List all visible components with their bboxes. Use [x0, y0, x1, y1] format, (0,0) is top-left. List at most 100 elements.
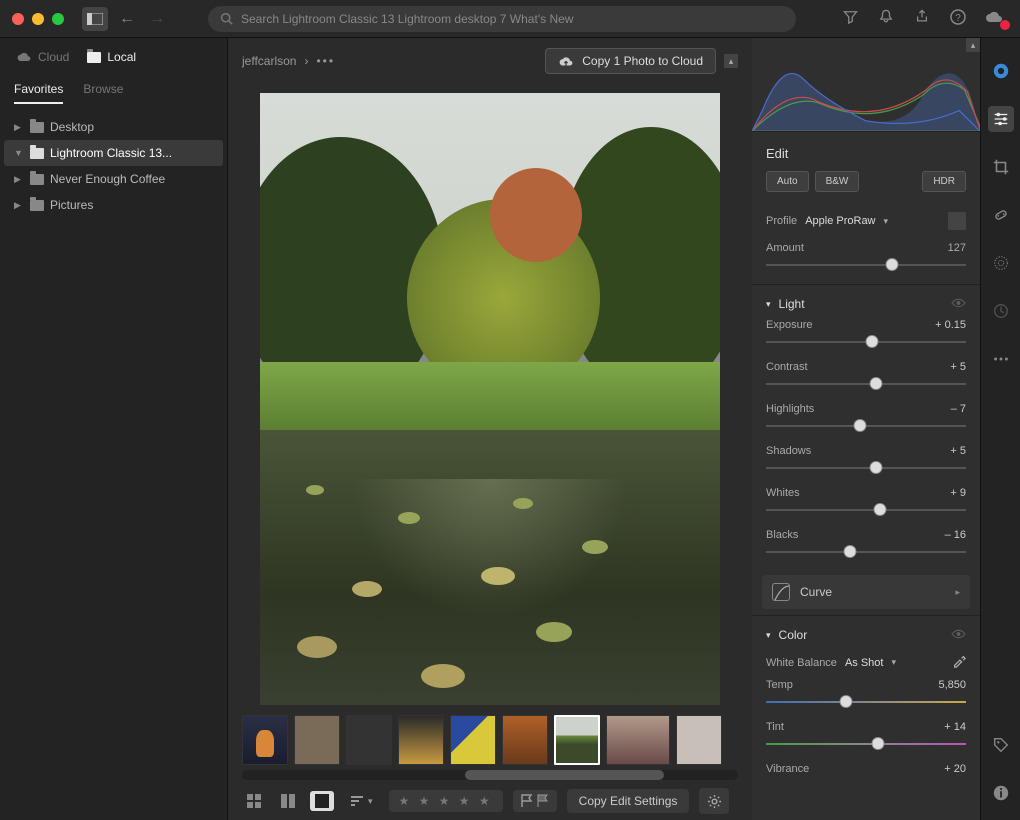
hdr-button[interactable]: HDR [922, 171, 966, 192]
thumb-7-selected[interactable] [554, 715, 600, 765]
nav-forward[interactable]: → [146, 10, 168, 28]
tool-crop[interactable] [988, 154, 1014, 180]
sort-button[interactable]: ▾ [344, 795, 379, 807]
view-grid-button[interactable] [242, 791, 266, 811]
chevron-down-icon: ▼ [14, 148, 24, 158]
breadcrumb-more-icon[interactable]: ••• [316, 54, 335, 68]
cloud-upload-icon [558, 55, 574, 68]
chevron-right-icon: ▸ [955, 587, 960, 598]
filter-icon[interactable] [836, 10, 864, 28]
highlights-slider[interactable] [766, 417, 966, 435]
folder-label: Pictures [50, 198, 93, 212]
flag-buttons[interactable] [513, 790, 557, 812]
help-icon[interactable]: ? [944, 9, 972, 29]
breadcrumb-path[interactable]: jeffcarlson [242, 54, 296, 68]
source-tab-local[interactable]: Local [87, 50, 136, 64]
profile-label: Profile [766, 215, 797, 227]
chevron-down-icon: ▾ [368, 796, 373, 807]
copy-to-cloud-button[interactable]: Copy 1 Photo to Cloud [545, 48, 716, 74]
view-compare-button[interactable] [276, 791, 300, 811]
tool-metadata-info[interactable] [988, 780, 1014, 806]
left-panel-toggle[interactable] [82, 7, 108, 31]
profile-name: Apple ProRaw [805, 215, 875, 227]
curve-icon [772, 583, 790, 601]
bw-button[interactable]: B&W [815, 171, 860, 192]
copy-edit-settings-button[interactable]: Copy Edit Settings [567, 789, 690, 813]
auto-button[interactable]: Auto [766, 171, 809, 192]
exposure-slider[interactable] [766, 333, 966, 351]
tool-info[interactable] [988, 58, 1014, 84]
folder-icon [30, 174, 44, 185]
tool-healing[interactable] [988, 202, 1014, 228]
folder-desktop[interactable]: ▶ Desktop [4, 114, 223, 140]
search-bar[interactable]: Search Lightroom Classic 13 Lightroom de… [208, 6, 796, 32]
folder-label: Lightroom Classic 13... [50, 146, 172, 160]
view-detail-button[interactable] [310, 791, 334, 811]
zoom-window[interactable] [52, 13, 64, 25]
temp-param: Temp5,850 [752, 677, 980, 719]
search-icon [220, 12, 233, 25]
tool-keywords[interactable] [988, 732, 1014, 758]
eye-icon[interactable] [951, 297, 966, 311]
search-placeholder: Search Lightroom Classic 13 Lightroom de… [241, 12, 573, 26]
tool-more[interactable] [988, 346, 1014, 372]
nav-back[interactable]: ← [116, 10, 138, 28]
thumb-1[interactable] [242, 715, 288, 765]
minimize-window[interactable] [32, 13, 44, 25]
whites-slider[interactable] [766, 501, 966, 519]
folder-pictures[interactable]: ▶ Pictures [4, 192, 223, 218]
collapse-histogram-icon[interactable]: ▴ [966, 38, 980, 52]
bottom-toolbar: ▾ ★ ★ ★ ★ ★ Copy Edit Settings [228, 782, 752, 820]
filmstrip-scrollbar[interactable] [242, 770, 738, 780]
subtab-browse[interactable]: Browse [83, 82, 123, 104]
thumb-2[interactable] [294, 715, 340, 765]
temp-slider[interactable] [766, 693, 966, 711]
subtab-favorites[interactable]: Favorites [14, 82, 63, 104]
cloud-sync-status-icon[interactable] [980, 10, 1008, 28]
close-window[interactable] [12, 13, 24, 25]
tint-slider[interactable] [766, 735, 966, 753]
curve-button[interactable]: Curve ▸ [762, 575, 970, 609]
amount-label: Amount [766, 242, 804, 254]
thumb-4[interactable] [398, 715, 444, 765]
folder-icon [30, 200, 44, 211]
amount-slider[interactable] [766, 256, 966, 274]
tool-versions[interactable] [988, 298, 1014, 324]
eye-icon[interactable] [951, 628, 966, 642]
contrast-param: Contrast+ 5 [752, 359, 980, 401]
section-color[interactable]: ▾ Color [752, 615, 980, 648]
thumb-3[interactable] [346, 715, 392, 765]
thumb-5[interactable] [450, 715, 496, 765]
folder-list: ▶ Desktop ▼ Lightroom Classic 13... ▶ Ne… [0, 104, 227, 228]
profile-row[interactable]: Profile Apple ProRaw ▾ [752, 204, 980, 238]
flag-reject-icon [537, 794, 549, 808]
main-photo [260, 93, 720, 705]
folder-lightroom-classic[interactable]: ▼ Lightroom Classic 13... [4, 140, 223, 166]
blacks-slider[interactable] [766, 543, 966, 561]
rating-stars[interactable]: ★ ★ ★ ★ ★ [389, 790, 503, 812]
share-icon[interactable] [908, 9, 936, 28]
collapse-top-icon[interactable]: ▴ [724, 54, 738, 68]
eyedropper-icon[interactable] [952, 654, 966, 671]
folder-never-enough-coffee[interactable]: ▶ Never Enough Coffee [4, 166, 223, 192]
chevron-down-icon: ▾ [884, 216, 889, 227]
shadows-slider[interactable] [766, 459, 966, 477]
source-tab-cloud[interactable]: Cloud [16, 50, 69, 64]
photo-canvas[interactable] [228, 84, 752, 708]
left-sidebar: Cloud Local Favorites Browse ▶ Desktop ▼… [0, 38, 228, 820]
chevron-down-icon: ▾ [766, 299, 771, 310]
histogram[interactable]: ▴ [752, 38, 980, 132]
contrast-slider[interactable] [766, 375, 966, 393]
section-light[interactable]: ▾ Light [752, 284, 980, 317]
tool-masking[interactable] [988, 250, 1014, 276]
thumb-6[interactable] [502, 715, 548, 765]
thumb-9[interactable] [676, 715, 722, 765]
tool-edit-sliders[interactable] [988, 106, 1014, 132]
folder-label: Never Enough Coffee [50, 172, 165, 186]
center-pane: jeffcarlson › ••• Copy 1 Photo to Cloud … [228, 38, 752, 820]
notifications-icon[interactable] [872, 9, 900, 28]
settings-gear-button[interactable] [699, 788, 729, 814]
thumb-8[interactable] [606, 715, 670, 765]
profile-browser-icon[interactable] [948, 212, 966, 230]
white-balance-row[interactable]: White Balance As Shot ▾ [752, 648, 980, 677]
